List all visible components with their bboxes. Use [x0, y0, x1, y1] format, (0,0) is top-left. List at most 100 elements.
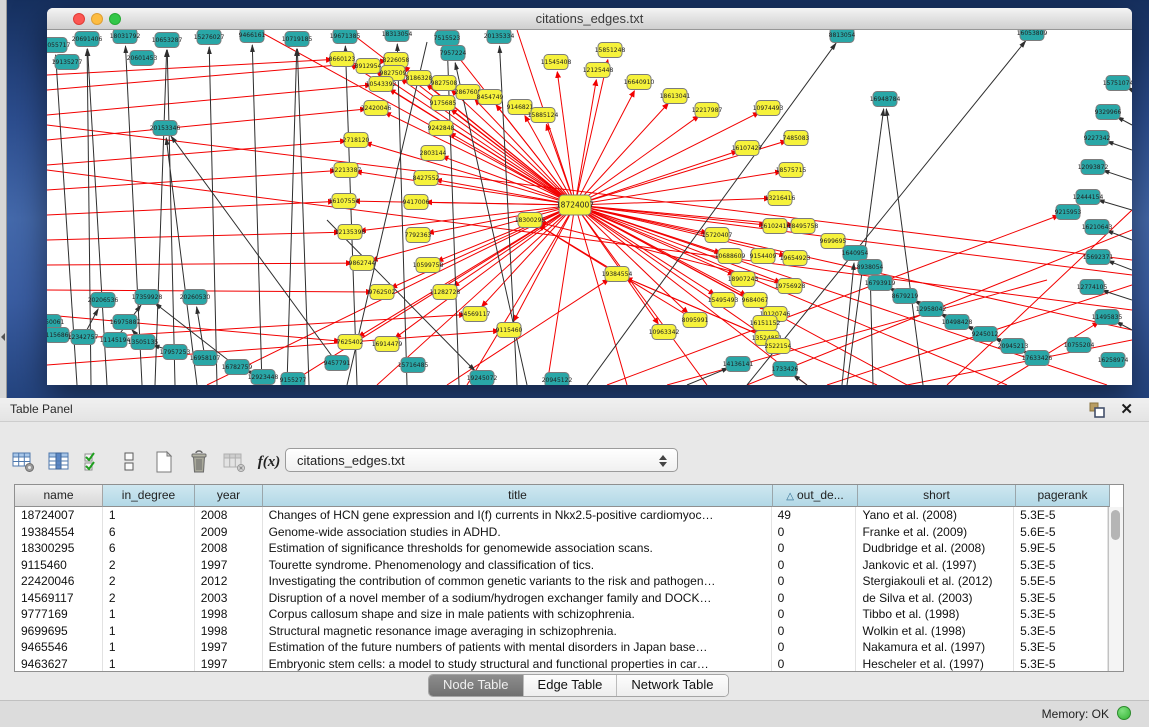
graph-node-label: 19135277 — [52, 59, 83, 66]
table-selector-dropdown[interactable]: citations_edges.txt — [285, 448, 678, 472]
table-row[interactable]: 1830029562008Estimation of significance … — [15, 540, 1108, 557]
select-column-button[interactable] — [47, 450, 71, 474]
cell-name: 9777169 — [15, 606, 103, 623]
cell-pagerank: 5.3E-5 — [1014, 656, 1108, 672]
cell-year: 1998 — [195, 606, 263, 623]
status-bar: Memory: OK — [0, 700, 1149, 727]
cell-out_degree: 0 — [772, 606, 857, 623]
table-row[interactable]: 1872400712008Changes of HCN gene express… — [15, 507, 1108, 524]
table-panel-titlebar[interactable]: Table Panel ✕ — [0, 398, 1149, 422]
cell-in_degree: 2 — [103, 590, 195, 607]
graph-node-label: 19671385 — [330, 33, 361, 40]
table-vertical-scrollbar[interactable] — [1108, 507, 1123, 671]
graph-node-label: 8938054 — [857, 264, 884, 271]
tab-edge-table[interactable]: Edge Table — [524, 675, 618, 696]
table-row[interactable]: 1456911722003Disruption of a novel membe… — [15, 590, 1108, 607]
function-builder-button[interactable]: f(x) — [257, 450, 281, 474]
cell-title: Disruption of a novel member of a sodium… — [263, 590, 772, 607]
graph-node-label: 16975887 — [110, 319, 141, 326]
citation-edge-black — [287, 49, 297, 385]
create-column-button[interactable] — [152, 450, 176, 474]
graph-node-label: 1640954 — [842, 250, 869, 257]
table-row[interactable]: 977716911998Corpus callosum shape and si… — [15, 606, 1108, 623]
graph-node-label: 11495835 — [1092, 314, 1123, 321]
citation-edge-red — [391, 205, 575, 288]
graph-node-label: 18313054 — [382, 31, 413, 38]
scrollbar-thumb[interactable] — [1111, 510, 1120, 540]
left-collapse-rail[interactable] — [0, 0, 7, 398]
graph-node-label: 9155277 — [280, 377, 307, 384]
graph-node-label: 18300295 — [515, 217, 546, 224]
cell-short: Stergiakouli et al. (2012) — [856, 573, 1014, 590]
column-header-year[interactable]: year — [195, 485, 263, 507]
dropdown-up-arrow-icon — [659, 455, 667, 460]
select-rows-button[interactable] — [82, 450, 106, 474]
network-view-window[interactable]: citations_edges.txt 18724007183002951938… — [47, 8, 1132, 385]
column-header-in_degree[interactable]: in_degree — [103, 485, 195, 507]
cell-name: 9115460 — [15, 557, 103, 574]
table-row[interactable]: 2242004622012Investigating the contribut… — [15, 573, 1108, 590]
table-row[interactable]: 1938455462009Genome-wide association stu… — [15, 524, 1108, 541]
network-canvas[interactable]: 1872400718300295193845548660123891295482… — [47, 30, 1132, 385]
graph-node-label: 19756928 — [775, 283, 806, 290]
cell-in_degree: 1 — [103, 606, 195, 623]
column-header-short[interactable]: short — [858, 485, 1016, 507]
tab-network-table[interactable]: Network Table — [617, 675, 727, 696]
graph-node-label: 16107554 — [329, 198, 360, 205]
delete-column-button[interactable] — [187, 450, 211, 474]
citation-edge-black — [1102, 290, 1132, 300]
table-row[interactable]: 946554611997Estimation of the future num… — [15, 639, 1108, 656]
window-titlebar[interactable]: citations_edges.txt — [47, 8, 1132, 30]
graph-node-label: 16151152 — [750, 320, 781, 327]
graph-node-label: 16782759 — [222, 364, 253, 371]
column-header-title[interactable]: title — [263, 485, 773, 507]
table-settings-button[interactable] — [12, 450, 36, 474]
citation-edge-black — [1102, 170, 1132, 180]
graph-node-label: 9457791 — [324, 360, 351, 367]
graph-node-label: 7625402 — [337, 339, 364, 346]
citation-network-graph[interactable]: 1872400718300295193845548660123891295482… — [47, 30, 1132, 385]
graph-node-label: 20153346 — [150, 125, 181, 132]
float-panel-icon[interactable] — [1089, 402, 1105, 418]
toggle-view-button[interactable] — [117, 450, 141, 474]
cell-title: Corpus callosum shape and size in male p… — [263, 606, 772, 623]
cell-name: 9465546 — [15, 639, 103, 656]
cell-in_degree: 2 — [103, 557, 195, 574]
citation-edge-black — [870, 277, 873, 385]
cell-short: Dudbridge et al. (2008) — [856, 540, 1014, 557]
cell-short: Hescheler et al. (1997) — [856, 656, 1014, 672]
graph-node-label: 2522154 — [765, 343, 792, 350]
column-header-out_degree[interactable]: △out_de... — [773, 485, 858, 507]
column-header-pagerank[interactable]: pagerank — [1016, 485, 1110, 507]
tab-node-table[interactable]: Node Table — [429, 675, 524, 696]
window-title: citations_edges.txt — [47, 11, 1132, 26]
table-row[interactable]: 969969511998Structural magnetic resonanc… — [15, 623, 1108, 640]
citation-edge-red — [557, 72, 575, 205]
graph-node-label: 18613041 — [660, 93, 691, 100]
memory-status-indicator[interactable] — [1117, 706, 1131, 720]
cell-short: Wolkin et al. (1998) — [856, 623, 1014, 640]
collapse-arrow-icon[interactable] — [1, 333, 5, 341]
graph-node-label: 15751074 — [1103, 80, 1132, 87]
node-table: namein_degreeyeartitle△out_de...shortpag… — [14, 484, 1124, 672]
citation-edge-red — [47, 290, 372, 292]
split-view-icon — [119, 451, 139, 473]
cell-in_degree: 1 — [103, 623, 195, 640]
graph-node-label: 10974493 — [753, 105, 784, 112]
citation-edge-red — [47, 232, 340, 240]
close-panel-icon[interactable]: ✕ — [1120, 400, 1133, 418]
citation-edge-black — [347, 42, 427, 385]
column-header-name[interactable]: name — [15, 485, 103, 507]
cell-out_degree: 0 — [772, 557, 857, 574]
cell-in_degree: 1 — [103, 656, 195, 672]
citation-edge-black — [886, 109, 923, 385]
citation-edge-red — [450, 133, 575, 205]
citation-edge-black — [155, 50, 167, 385]
table-row[interactable]: 911546021997Tourette syndrome. Phenomeno… — [15, 557, 1108, 574]
cell-name: 19384554 — [15, 524, 103, 541]
cell-pagerank: 5.6E-5 — [1014, 524, 1108, 541]
table-row[interactable]: 946362711997Embryonic stem cells: a mode… — [15, 656, 1108, 672]
graph-node-label: 12774105 — [1077, 284, 1108, 291]
graph-node-label: 8679219 — [892, 293, 919, 300]
citation-edge-red — [47, 109, 366, 140]
